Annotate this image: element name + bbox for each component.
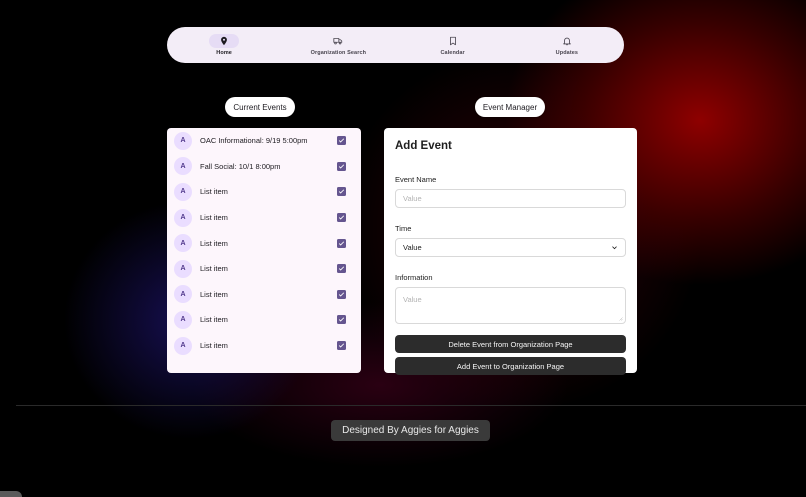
time-select[interactable]: Value	[395, 238, 626, 257]
list-item-label: List item	[200, 187, 228, 197]
chevron-down-icon	[612, 246, 617, 250]
footer-credit: Designed By Aggies for Aggies	[331, 420, 490, 441]
avatar: A	[174, 182, 192, 201]
add-event-form: Add Event Event Name Value Time Value In…	[384, 128, 637, 375]
list-item[interactable]: A List item	[167, 307, 361, 333]
current-events-chip[interactable]: Current Events	[225, 97, 295, 117]
avatar: A	[174, 157, 192, 176]
list-item[interactable]: A OAC Informational: 9/19 5:00pm	[167, 128, 361, 154]
footer-divider	[16, 405, 806, 406]
avatar: A	[174, 259, 192, 278]
list-item-label: List item	[200, 238, 228, 248]
bell-icon	[552, 34, 582, 48]
location-pin-icon	[209, 34, 240, 48]
checkbox[interactable]	[337, 187, 346, 197]
corner-indicator	[0, 491, 22, 497]
checkbox[interactable]	[337, 341, 346, 351]
checkmark-icon	[338, 189, 345, 195]
avatar: A	[174, 336, 192, 355]
list-item-label: List item	[200, 213, 228, 223]
information-placeholder: Value	[403, 295, 422, 304]
checkbox[interactable]	[337, 136, 346, 146]
checkmark-icon	[338, 164, 345, 169]
nav-label-calendar: Calendar	[440, 50, 465, 56]
top-navigation-bar: Home Organization Search Calendar Update…	[167, 27, 624, 63]
information-textarea[interactable]: Value	[395, 287, 626, 324]
list-item-label: Fall Social: 10/1 8:00pm	[200, 161, 281, 171]
list-item[interactable]: A List item	[167, 333, 361, 359]
time-label: Time	[395, 224, 412, 233]
checkmark-icon	[338, 317, 345, 323]
event-name-input[interactable]: Value	[395, 189, 626, 208]
nav-item-organization-search[interactable]: Organization Search	[288, 34, 388, 56]
list-item[interactable]: A Fall Social: 10/1 8:00pm	[167, 154, 361, 180]
nav-item-updates[interactable]: Updates	[517, 34, 617, 56]
checkbox[interactable]	[337, 264, 346, 274]
checkmark-icon	[338, 292, 345, 297]
list-item-label: List item	[200, 341, 228, 351]
avatar: A	[174, 310, 192, 329]
list-item[interactable]: A List item	[167, 256, 361, 282]
list-item[interactable]: A List item	[167, 179, 361, 205]
bookmark-icon	[438, 34, 468, 48]
event-name-label: Event Name	[395, 175, 437, 184]
avatar: A	[174, 131, 192, 150]
checkbox[interactable]	[337, 315, 346, 325]
list-item-label: List item	[200, 264, 228, 274]
avatar: A	[174, 285, 192, 304]
delete-event-button[interactable]: Delete Event from Organization Page	[395, 335, 626, 353]
current-events-list: A OAC Informational: 9/19 5:00pm A Fall …	[167, 128, 361, 373]
checkmark-icon	[338, 215, 345, 220]
truck-icon	[323, 34, 353, 48]
checkbox[interactable]	[337, 213, 346, 223]
list-item[interactable]: A List item	[167, 205, 361, 231]
nav-label-home: Home	[216, 50, 232, 56]
checkmark-icon	[338, 343, 345, 348]
checkbox[interactable]	[337, 289, 346, 299]
information-label: Information	[395, 273, 433, 282]
add-event-button[interactable]: Add Event to Organization Page	[395, 357, 626, 375]
avatar: A	[174, 208, 192, 227]
list-item-label: List item	[200, 315, 228, 325]
checkbox[interactable]	[337, 238, 346, 248]
time-select-value: Value	[403, 243, 422, 252]
list-item-label: OAC Informational: 9/19 5:00pm	[200, 136, 308, 146]
checkbox[interactable]	[337, 161, 346, 171]
nav-item-calendar[interactable]: Calendar	[403, 34, 503, 56]
nav-item-home[interactable]: Home	[174, 34, 274, 56]
resize-grip-icon[interactable]	[618, 316, 623, 321]
nav-label-updates: Updates	[555, 50, 579, 56]
checkmark-icon	[338, 138, 345, 143]
event-manager-chip[interactable]: Event Manager	[475, 97, 545, 117]
avatar: A	[174, 234, 192, 253]
nav-label-organization-search: Organization Search	[310, 50, 367, 56]
form-title: Add Event	[395, 140, 452, 152]
list-item[interactable]: A List item	[167, 230, 361, 256]
checkmark-icon	[338, 241, 345, 246]
checkmark-icon	[338, 266, 345, 271]
list-item[interactable]: A List item	[167, 282, 361, 308]
list-item-label: List item	[200, 289, 228, 299]
